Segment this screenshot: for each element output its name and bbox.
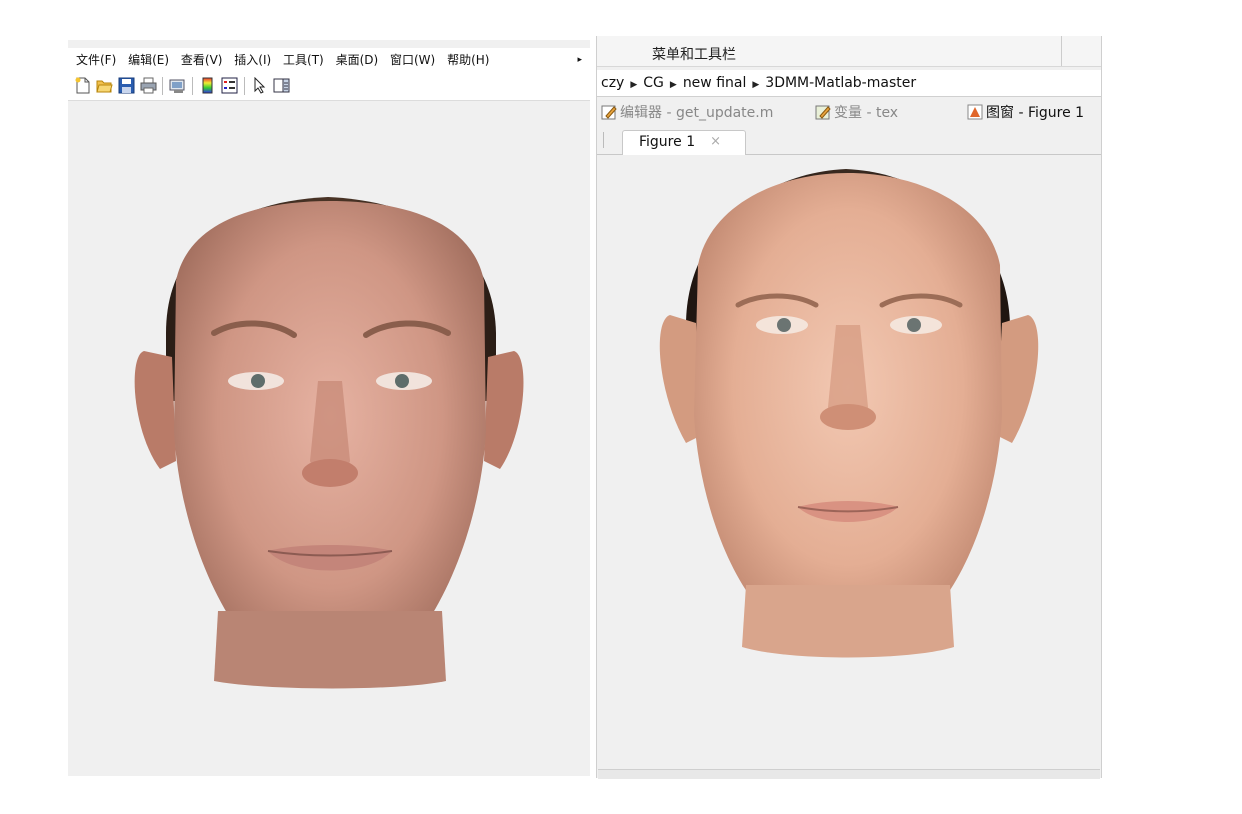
figure-tab-bar: Figure 1 ×: [597, 126, 1101, 155]
left-figure-window: 文件(F) 编辑(E) 查看(V) 插入(I) 工具(T) 桌面(D) 窗口(W…: [68, 40, 590, 776]
menu-insert[interactable]: 插入(I): [234, 53, 271, 67]
figure-1-tab[interactable]: Figure 1 ×: [622, 130, 746, 155]
right-matlab-desktop: 菜单和工具栏 czy ▶ CG ▶ new final ▶ 3DMM-Matlab-mast…: [596, 36, 1102, 779]
menu-edit[interactable]: 编辑(E): [128, 53, 169, 67]
menu-help[interactable]: 帮助(H): [447, 53, 489, 67]
new-file-icon[interactable]: [74, 77, 91, 94]
breadcrumb-arrow-icon: ▶: [752, 80, 760, 90]
address-bar[interactable]: czy ▶ CG ▶ new final ▶ 3DMM-Matlab-master: [597, 70, 1101, 97]
tab-editor[interactable]: 编辑器 - get_update.m: [601, 102, 773, 122]
menu-overflow-icon[interactable]: ▸: [577, 48, 582, 72]
desktop-tabs: 编辑器 - get_update.m 变量 - tex 图窗 - Figure …: [597, 97, 1101, 125]
tab-editor-label: 编辑器 - get_update.m: [620, 105, 774, 121]
face-render-left: [134, 197, 524, 689]
open-folder-icon[interactable]: [96, 77, 113, 94]
menu-window[interactable]: 窗口(W): [390, 53, 435, 67]
breadcrumb-3dmm[interactable]: 3DMM-Matlab-master: [765, 75, 916, 91]
menu-file[interactable]: 文件(F): [76, 53, 116, 67]
toolbar-separator: [244, 77, 245, 95]
figure-1-tab-label: Figure 1: [639, 134, 696, 150]
breadcrumb-czy[interactable]: czy: [601, 75, 624, 91]
tab-variable[interactable]: 变量 - tex: [815, 102, 898, 122]
menu-desktop[interactable]: 桌面(D): [336, 53, 379, 67]
toolbar-separator: [192, 77, 193, 95]
print-preview-icon[interactable]: [169, 77, 186, 94]
close-icon[interactable]: ×: [710, 131, 721, 153]
status-bar: [598, 769, 1100, 779]
colorbar-icon[interactable]: [199, 77, 216, 94]
figure-toolbar: [68, 72, 590, 101]
menu-tools[interactable]: 工具(T): [283, 53, 324, 67]
tab-bar-divider: [603, 132, 604, 148]
print-icon[interactable]: [140, 77, 157, 94]
breadcrumb-cg[interactable]: CG: [643, 75, 664, 91]
breadcrumb-new-final[interactable]: new final: [683, 75, 747, 91]
tab-figure[interactable]: 图窗 - Figure 1: [967, 102, 1084, 122]
legend-icon[interactable]: [221, 77, 238, 94]
menu-view[interactable]: 查看(V): [181, 53, 223, 67]
toolstrip-separator: [1061, 36, 1062, 66]
figure-canvas[interactable]: [598, 155, 1100, 769]
breadcrumb-arrow-icon: ▶: [669, 80, 677, 90]
face-render-right: [659, 169, 1039, 658]
save-icon[interactable]: [118, 77, 135, 94]
toolstrip-label[interactable]: 菜单和工具栏: [652, 44, 736, 64]
figure-canvas[interactable]: [68, 101, 590, 776]
editor-icon: [601, 104, 617, 120]
figure-icon: [967, 104, 983, 120]
tab-figure-label: 图窗 - Figure 1: [986, 105, 1085, 121]
variable-icon: [815, 104, 831, 120]
property-editor-icon[interactable]: [273, 77, 290, 94]
toolbar-separator: [162, 77, 163, 95]
tab-variable-label: 变量 - tex: [834, 105, 899, 121]
breadcrumb-arrow-icon: ▶: [630, 80, 638, 90]
toolstrip: 菜单和工具栏: [597, 36, 1101, 67]
pointer-icon[interactable]: [251, 77, 268, 94]
menu-bar: 文件(F) 编辑(E) 查看(V) 插入(I) 工具(T) 桌面(D) 窗口(W…: [68, 48, 590, 72]
